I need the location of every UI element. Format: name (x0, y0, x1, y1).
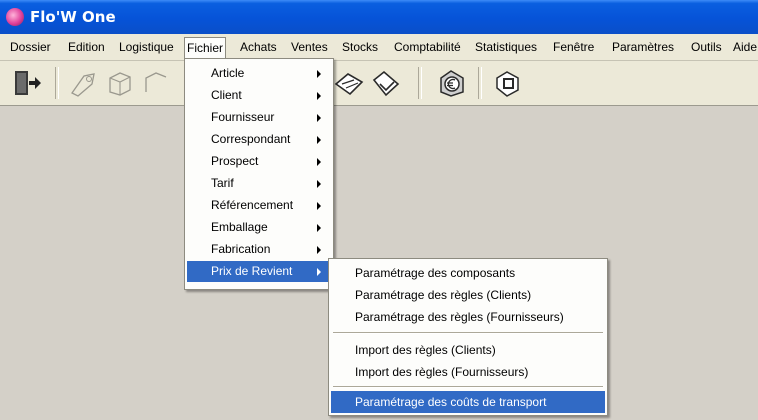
menu-item-emballage[interactable]: Emballage (187, 217, 329, 238)
exit-door-icon[interactable] (12, 68, 42, 98)
submenu-arrow-icon (317, 114, 321, 122)
menu-comptabilite[interactable]: Comptabilité (394, 39, 461, 56)
submenu-arrow-icon (317, 268, 321, 276)
menu-item-label: Fournisseur (211, 110, 275, 124)
menu-aide[interactable]: Aide (733, 39, 757, 56)
menu-item-label: Fabrication (211, 242, 271, 256)
submenu-item-parametrage-regles-clients[interactable]: Paramétrage des règles (Clients) (331, 284, 605, 306)
menu-item-fournisseur[interactable]: Fournisseur (187, 107, 329, 128)
menu-item-label: Référencement (211, 198, 294, 212)
app-icon[interactable] (6, 8, 24, 26)
prix-de-revient-submenu: Paramétrage des composants Paramétrage d… (328, 258, 608, 416)
toolbar-separator (478, 67, 482, 99)
menu-item-prospect[interactable]: Prospect (187, 151, 329, 172)
menu-item-label: Article (211, 66, 245, 80)
submenu-arrow-icon (317, 70, 321, 78)
fichier-menu: Article Client Fournisseur Correspondant… (184, 58, 334, 290)
menu-achats[interactable]: Achats (240, 39, 277, 56)
submenu-arrow-icon (317, 158, 321, 166)
toolbar (0, 61, 758, 106)
menu-item-label: Client (211, 88, 242, 102)
tool-button-5-icon[interactable] (370, 68, 400, 98)
menu-bar: Dossier Edition Logistique Fichier Achat… (0, 34, 758, 61)
menu-statistiques[interactable]: Statistiques (475, 39, 537, 56)
menu-dossier[interactable]: Dossier (10, 39, 51, 56)
window-icon[interactable] (492, 68, 522, 98)
submenu-arrow-icon (317, 224, 321, 232)
menu-item-prix-de-revient[interactable]: Prix de Revient (187, 261, 329, 282)
submenu-item-import-regles-clients[interactable]: Import des règles (Clients) (331, 339, 605, 361)
menu-item-label: Prix de Revient (211, 264, 293, 278)
menu-item-label: Tarif (211, 176, 234, 190)
menu-parametres[interactable]: Paramètres (612, 39, 674, 56)
menu-separator (333, 386, 603, 388)
menu-fenetre[interactable]: Fenêtre (553, 39, 594, 56)
menu-separator (333, 332, 603, 334)
menu-ventes[interactable]: Ventes (291, 39, 328, 56)
submenu-item-import-regles-fournisseurs[interactable]: Import des règles (Fournisseurs) (331, 361, 605, 383)
menu-item-label: Prospect (211, 154, 259, 168)
euro-icon[interactable] (436, 68, 466, 98)
submenu-item-parametrage-regles-fournisseurs[interactable]: Paramétrage des règles (Fournisseurs) (331, 306, 605, 328)
menu-item-fabrication[interactable]: Fabrication (187, 239, 329, 260)
submenu-arrow-icon (317, 180, 321, 188)
submenu-arrow-icon (317, 202, 321, 210)
menu-item-correspondant[interactable]: Correspondant (187, 129, 329, 150)
tool-button-4-icon[interactable] (334, 68, 364, 98)
submenu-item-parametrage-couts-transport[interactable]: Paramétrage des coûts de transport (331, 391, 605, 413)
menu-item-client[interactable]: Client (187, 85, 329, 106)
menu-item-article[interactable]: Article (187, 63, 329, 84)
tool-button-3-icon[interactable] (138, 68, 168, 98)
title-bar: Flo'W One (0, 0, 758, 34)
submenu-arrow-icon (317, 136, 321, 144)
submenu-arrow-icon (317, 92, 321, 100)
menu-item-tarif[interactable]: Tarif (187, 173, 329, 194)
toolbar-separator (418, 67, 422, 99)
menu-item-referencement[interactable]: Référencement (187, 195, 329, 216)
menu-fichier[interactable]: Fichier (184, 37, 227, 59)
menu-item-label: Emballage (211, 220, 268, 234)
submenu-arrow-icon (317, 246, 321, 254)
tool-button-2-icon[interactable] (104, 68, 134, 98)
tool-button-1-icon[interactable] (68, 68, 98, 98)
submenu-item-parametrage-composants[interactable]: Paramétrage des composants (331, 262, 605, 284)
menu-stocks[interactable]: Stocks (342, 39, 378, 56)
window-title: Flo'W One (30, 8, 116, 26)
menu-item-label: Correspondant (211, 132, 291, 146)
menu-outils[interactable]: Outils (691, 39, 722, 56)
menu-logistique[interactable]: Logistique (119, 39, 174, 56)
toolbar-separator (55, 67, 59, 99)
menu-edition[interactable]: Edition (68, 39, 105, 56)
